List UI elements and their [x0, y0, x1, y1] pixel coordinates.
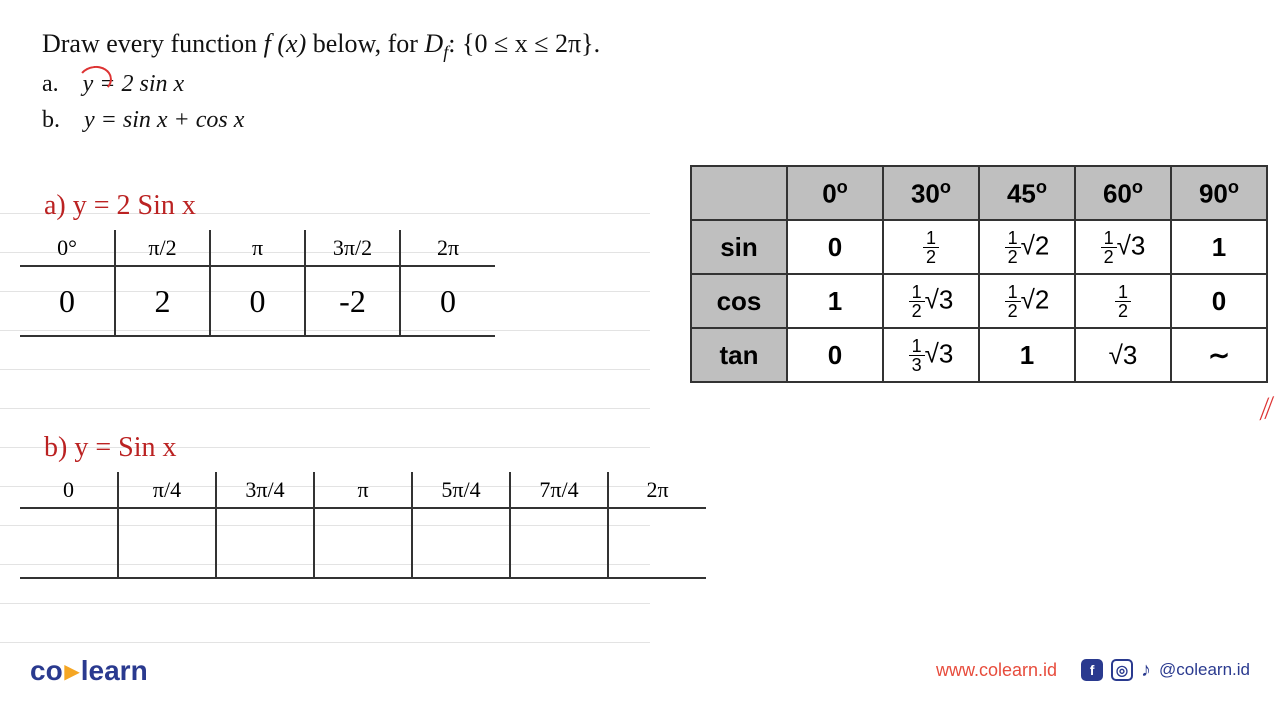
trig-corner — [691, 166, 787, 220]
problem-prompt: Draw every function f (x) below, for Df:… — [42, 24, 600, 138]
trig-row-tan: tan 0 13√3 1 √3 ∼ — [691, 328, 1267, 382]
prompt-d: D — [424, 29, 443, 58]
trig-label-cos: cos — [691, 274, 787, 328]
prompt-pre: Draw every function — [42, 29, 264, 58]
social-handle: @colearn.id — [1159, 660, 1250, 680]
td-a-2: 0 — [210, 266, 305, 336]
cos-90: 0 — [1171, 274, 1267, 328]
trig-angle-45: 45o — [979, 166, 1075, 220]
td-b-1 — [118, 508, 216, 578]
trig-angle-90: 90o — [1171, 166, 1267, 220]
tiktok-icon: ♪ — [1141, 659, 1151, 682]
trig-angle-30: 30o — [883, 166, 979, 220]
logo-co: co — [30, 655, 63, 686]
colearn-logo: co▸learn — [30, 654, 148, 687]
td-b-0 — [20, 508, 118, 578]
sin-30: 12 — [883, 220, 979, 274]
table-a-header: 0° π/2 π 3π/2 2π — [20, 230, 495, 266]
table-b-values — [20, 508, 706, 578]
td-b-5 — [510, 508, 608, 578]
th-b-2: 3π/4 — [216, 472, 314, 508]
logo-dot: ▸ — [63, 655, 81, 686]
instagram-icon: ◎ — [1111, 659, 1133, 681]
handwritten-a: a) y = 2 Sin x — [44, 190, 196, 222]
cos-45: 12√2 — [979, 274, 1075, 328]
prompt-a-label: a. — [42, 71, 59, 97]
th-b-5: 7π/4 — [510, 472, 608, 508]
th-b-3: π — [314, 472, 412, 508]
handwritten-b: b) y = Sin x — [44, 432, 176, 464]
td-b-2 — [216, 508, 314, 578]
th-a-1: π/2 — [115, 230, 210, 266]
cos-60: 12 — [1075, 274, 1171, 328]
prompt-rest: : {0 ≤ x ≤ 2π}. — [448, 29, 600, 58]
th-a-0: 0° — [20, 230, 115, 266]
trig-angle-0: 0o — [787, 166, 883, 220]
trig-label-tan: tan — [691, 328, 787, 382]
th-a-3: 3π/2 — [305, 230, 400, 266]
prompt-b-eq: y = sin x + cos x — [84, 107, 244, 133]
facebook-icon: f — [1081, 659, 1103, 681]
prompt-fx: f (x) — [264, 29, 307, 58]
sin-45: 12√2 — [979, 220, 1075, 274]
th-b-4: 5π/4 — [412, 472, 510, 508]
red-tick-mark: ⁄⁄ — [1258, 391, 1276, 426]
td-a-4: 0 — [400, 266, 495, 336]
trig-row-sin: sin 0 12 12√2 12√3 1 — [691, 220, 1267, 274]
th-a-4: 2π — [400, 230, 495, 266]
table-a: 0° π/2 π 3π/2 2π 0 2 0 -2 0 — [20, 230, 495, 337]
sin-0: 0 — [787, 220, 883, 274]
footer: co▸learn www.colearn.id f ◎ ♪ @colearn.i… — [0, 650, 1280, 690]
prompt-b-label: b. — [42, 107, 60, 133]
tan-60: √3 — [1075, 328, 1171, 382]
td-a-1: 2 — [115, 266, 210, 336]
trig-table: 0o 30o 45o 60o 90o sin 0 12 12√2 12√3 1 … — [690, 165, 1268, 383]
table-a-values: 0 2 0 -2 0 — [20, 266, 495, 336]
trig-angle-60: 60o — [1075, 166, 1171, 220]
td-b-3 — [314, 508, 412, 578]
cos-0: 1 — [787, 274, 883, 328]
cos-30: 12√3 — [883, 274, 979, 328]
td-a-0: 0 — [20, 266, 115, 336]
th-b-0: 0 — [20, 472, 118, 508]
table-b: 0 π/4 3π/4 π 5π/4 7π/4 2π — [20, 472, 706, 579]
tan-90: ∼ — [1171, 328, 1267, 382]
logo-learn: learn — [81, 655, 148, 686]
trig-row-cos: cos 1 12√3 12√2 12 0 — [691, 274, 1267, 328]
trig-label-sin: sin — [691, 220, 787, 274]
prompt-mid: below, for — [306, 29, 424, 58]
tan-30: 13√3 — [883, 328, 979, 382]
th-a-2: π — [210, 230, 305, 266]
tan-0: 0 — [787, 328, 883, 382]
social-icons: f ◎ ♪ @colearn.id — [1081, 659, 1250, 682]
th-b-6: 2π — [608, 472, 706, 508]
sin-90: 1 — [1171, 220, 1267, 274]
footer-url: www.colearn.id — [936, 660, 1057, 681]
sin-60: 12√3 — [1075, 220, 1171, 274]
td-a-3: -2 — [305, 266, 400, 336]
th-b-1: π/4 — [118, 472, 216, 508]
table-b-header: 0 π/4 3π/4 π 5π/4 7π/4 2π — [20, 472, 706, 508]
td-b-4 — [412, 508, 510, 578]
tan-45: 1 — [979, 328, 1075, 382]
trig-header-row: 0o 30o 45o 60o 90o — [691, 166, 1267, 220]
td-b-6 — [608, 508, 706, 578]
